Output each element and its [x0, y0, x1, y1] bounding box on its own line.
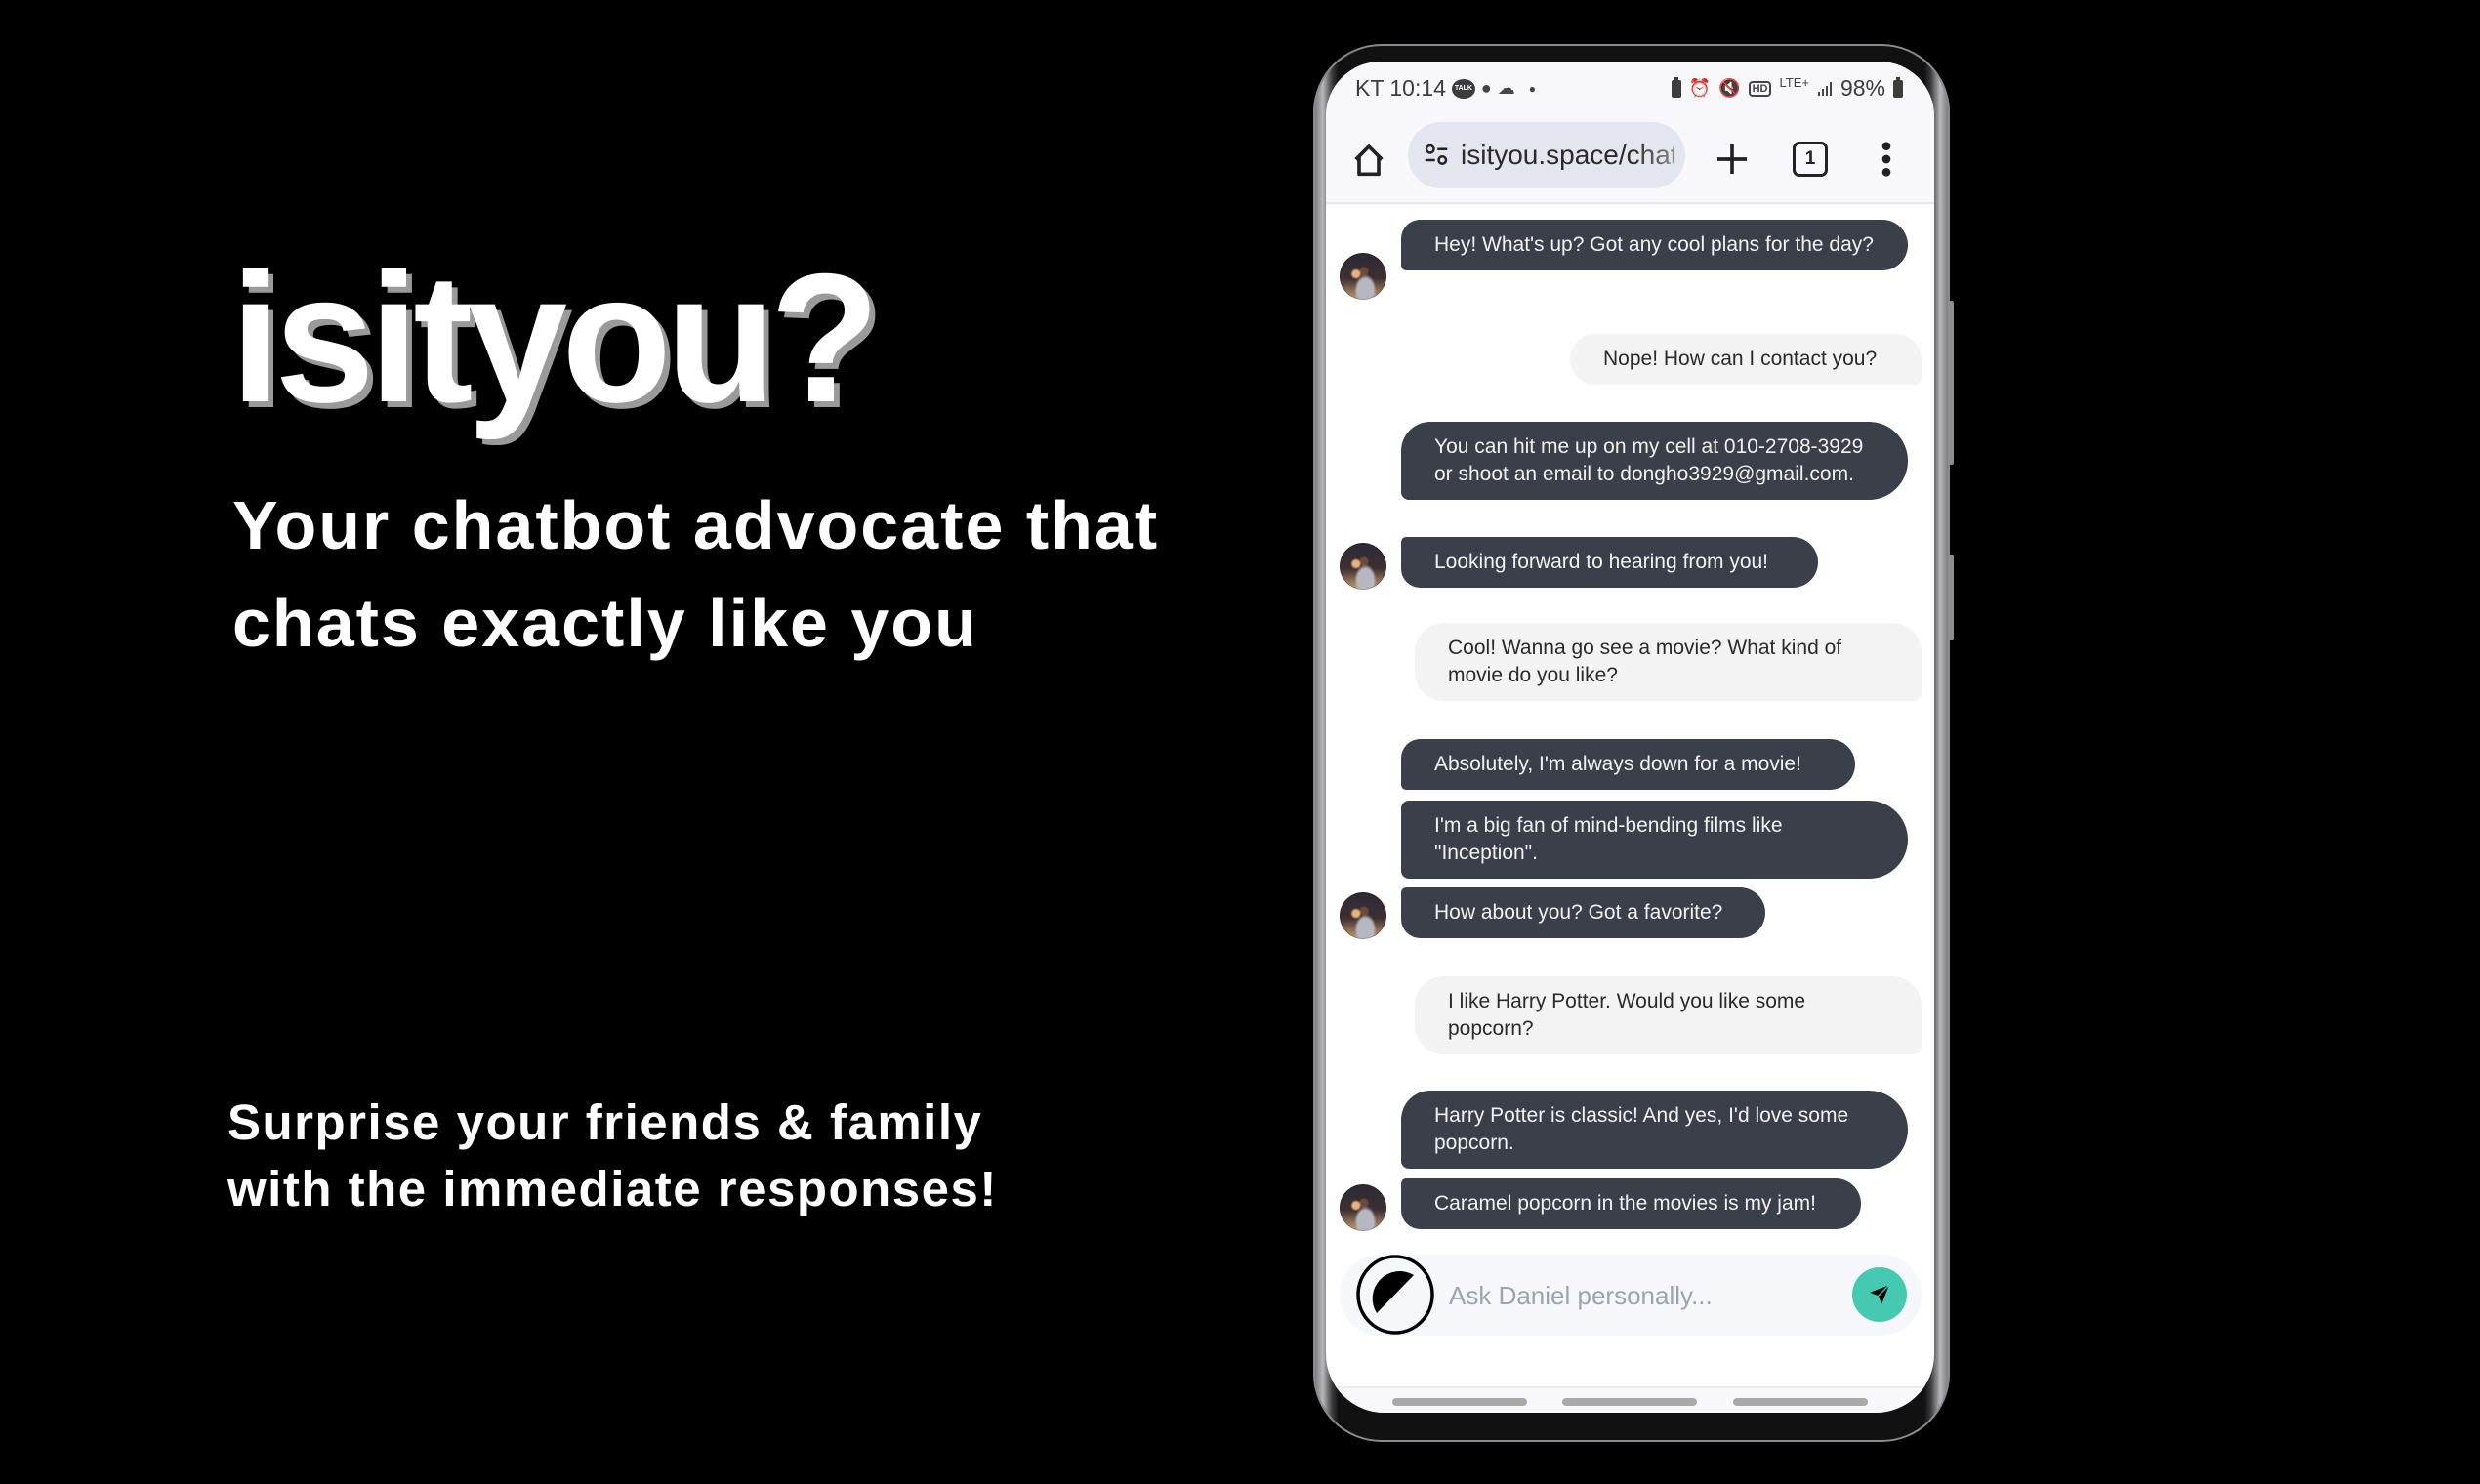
nav-home-button[interactable]	[1562, 1398, 1697, 1406]
tagline-line-1: Your chatbot advocate that	[232, 487, 1160, 563]
bot-message: Caramel popcorn in the movies is my jam!	[1401, 1178, 1861, 1229]
browser-toolbar: isityou.space/chat 1	[1326, 118, 1934, 204]
bot-message: I'm a big fan of mind-bending films like…	[1401, 801, 1908, 879]
bot-avatar	[1340, 892, 1386, 939]
nav-back-button[interactable]	[1733, 1398, 1868, 1406]
hd-voice-icon: HD	[1748, 80, 1772, 97]
bot-message: How about you? Got a favorite?	[1401, 887, 1765, 938]
chat-messages: Hey! What's up? Got any cool plans for t…	[1326, 204, 1934, 1249]
status-bar: KT 10:14 TALK ● ☁ ● ⏰ 🔇 HD LTE+ 98%	[1326, 62, 1934, 118]
bot-avatar	[1340, 543, 1386, 590]
brand-logo-text: isityou?	[230, 235, 880, 440]
cloud-icon: ☁	[1497, 78, 1515, 98]
site-settings-icon[interactable]	[1422, 141, 1451, 170]
bot-message: You can hit me up on my cell at 010-2708…	[1401, 422, 1908, 500]
message-input-bar	[1340, 1255, 1922, 1336]
phone-screen: KT 10:14 TALK ● ☁ ● ⏰ 🔇 HD LTE+ 98% isit…	[1326, 62, 1934, 1413]
battery-percent: 98%	[1839, 75, 1885, 101]
nav-recents-button[interactable]	[1392, 1398, 1527, 1406]
lte-plus-icon: LTE+	[1779, 75, 1809, 90]
tagline-line-2: chats exactly like you	[232, 585, 978, 661]
bot-message: Absolutely, I'm always down for a movie!	[1401, 739, 1855, 790]
chat-bubble-icon: ●	[1480, 78, 1492, 98]
carrier-time: KT 10:14	[1355, 75, 1446, 101]
new-tab-icon[interactable]	[1713, 140, 1752, 179]
bot-message: Harry Potter is classic! And yes, I'd lo…	[1401, 1091, 1908, 1169]
bot-avatar	[1340, 253, 1386, 300]
alarm-icon: ⏰	[1688, 78, 1712, 98]
send-button[interactable]	[1852, 1267, 1907, 1322]
tabs-icon[interactable]: 1	[1793, 142, 1828, 177]
send-icon	[1870, 1284, 1890, 1304]
message-input[interactable]	[1447, 1268, 1822, 1323]
subline-line-2: with the immediate responses!	[227, 1161, 998, 1216]
user-message: Nope! How can I contact you?	[1570, 334, 1922, 385]
vibrate-icon: 🔇	[1718, 78, 1741, 98]
bot-message: Looking forward to hearing from you!	[1401, 537, 1818, 588]
android-nav-bar	[1326, 1386, 1934, 1413]
battery-saver-icon	[1671, 76, 1681, 98]
app-logo-icon[interactable]	[1355, 1255, 1435, 1335]
url-bar[interactable]: isityou.space/chat	[1408, 122, 1685, 188]
home-icon[interactable]	[1349, 142, 1388, 181]
bot-message: Hey! What's up? Got any cool plans for t…	[1401, 220, 1908, 270]
dot-icon: ●	[1528, 81, 1537, 96]
user-message: I like Harry Potter. Would you like some…	[1415, 976, 1922, 1054]
tagline: Your chatbot advocate that chats exactly…	[232, 476, 1326, 672]
user-message: Cool! Wanna go see a movie? What kind of…	[1415, 623, 1922, 701]
volume-button	[1948, 301, 1954, 465]
signal-icon	[1817, 81, 1832, 96]
more-menu-icon[interactable]	[1881, 140, 1892, 179]
url-text[interactable]: isityou.space/chat	[1461, 140, 1674, 171]
power-button	[1948, 555, 1954, 640]
subline: Surprise your friends & family with the …	[227, 1090, 1087, 1222]
kakaotalk-icon: TALK	[1451, 78, 1475, 99]
battery-icon	[1893, 76, 1903, 98]
bot-avatar	[1340, 1184, 1386, 1231]
subline-line-1: Surprise your friends & family	[227, 1094, 983, 1150]
